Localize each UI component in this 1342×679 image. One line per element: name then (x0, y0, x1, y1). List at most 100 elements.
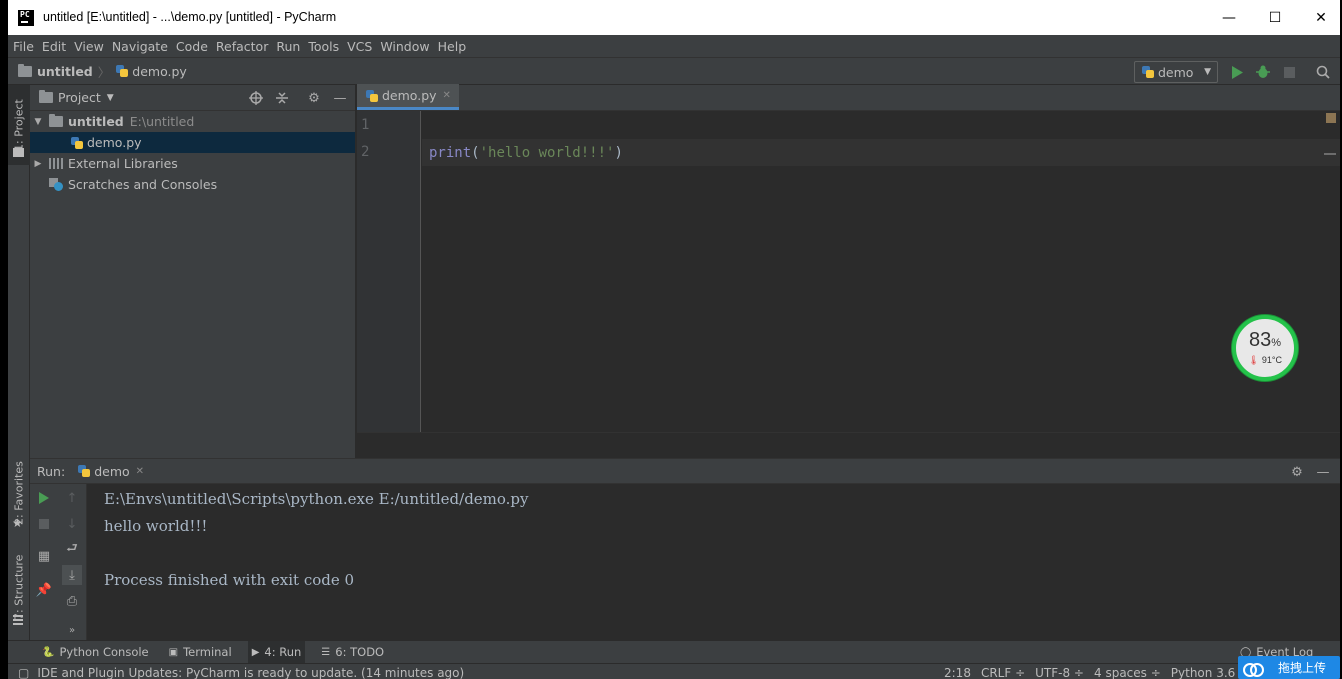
tree-root-path: E:\untitled (129, 114, 195, 129)
run-button[interactable] (1228, 63, 1246, 81)
python-console-icon: 🐍 (42, 646, 55, 658)
tab-todo[interactable]: ☰ 6: TODO (317, 641, 388, 664)
run-configuration-select[interactable]: demo ▼ (1134, 61, 1218, 83)
project-panel-title[interactable]: Project (58, 90, 101, 105)
tree-item-demo-py[interactable]: demo.py (30, 132, 355, 153)
more-actions-button[interactable]: » (62, 620, 82, 640)
stop-run-button[interactable] (34, 514, 54, 534)
minus-icon: — (1316, 464, 1330, 480)
soft-wrap-button[interactable]: ⮐ (62, 540, 82, 560)
arrow-up-icon: ↑ (66, 490, 78, 506)
file-encoding[interactable]: UTF-8 ÷ (1035, 664, 1084, 679)
console-line: hello world!!! (104, 517, 208, 535)
caret-position[interactable]: 2:18 (944, 664, 971, 679)
inspection-indicator-icon[interactable] (1326, 113, 1336, 123)
scroll-up-button[interactable]: ↑ (62, 488, 82, 508)
expanded-arrow-icon[interactable]: ▼ (33, 117, 43, 127)
error-stripe-mark[interactable] (1324, 153, 1336, 155)
structure-icon (13, 615, 23, 625)
close-run-tab-icon[interactable]: ✕ (136, 466, 144, 477)
cpu-temperature-widget[interactable]: 83% 🌡 91°C (1232, 315, 1298, 381)
menu-navigate[interactable]: Navigate (112, 39, 168, 54)
code-editor: demo.py ✕ 1 2 print('hello world!!!') (357, 84, 1340, 458)
close-window-button[interactable]: ✕ (1298, 0, 1342, 35)
print-button[interactable]: ⎙ (62, 591, 82, 611)
line-number: 1 (361, 117, 370, 133)
library-icon (49, 158, 63, 169)
bottom-tool-tabs: 🐍 Python Console ▣ Terminal ▶ 4: Run ☰ 6… (8, 640, 1340, 664)
editor-tab-demo-py[interactable]: demo.py ✕ (357, 84, 459, 110)
breadcrumb-project[interactable]: untitled (37, 64, 93, 79)
tree-item-project-root[interactable]: ▼ untitled E:\untitled (30, 111, 355, 132)
close-tab-icon[interactable]: ✕ (443, 90, 451, 101)
terminal-icon: ▣ (168, 646, 179, 658)
printer-icon: ⎙ (66, 593, 78, 609)
indent-setting[interactable]: 4 spaces ÷ (1094, 664, 1161, 679)
menu-vcs[interactable]: VCS (347, 39, 372, 54)
debug-button[interactable] (1254, 63, 1272, 81)
line-separator[interactable]: CRLF ÷ (981, 664, 1025, 679)
upload-button-label: 拖拽上传 (1278, 661, 1327, 675)
search-icon (1316, 65, 1330, 79)
navigation-bar: untitled 〉 demo.py demo ▼ (8, 57, 1340, 85)
cpu-usage-value: 83% (1249, 330, 1281, 353)
locate-file-button[interactable] (248, 90, 264, 106)
breadcrumb-file[interactable]: demo.py (132, 64, 187, 79)
line-number: 2 (361, 144, 370, 160)
cloud-upload-icon (1242, 661, 1264, 677)
maximize-button[interactable]: ☐ (1252, 0, 1298, 35)
stop-button[interactable] (1280, 63, 1298, 81)
python-icon (77, 464, 91, 478)
tree-item-scratches[interactable]: Scratches and Consoles (30, 174, 355, 195)
layout-button[interactable]: ▦ (34, 546, 54, 566)
hide-panel-button[interactable]: — (332, 90, 348, 106)
search-everywhere-button[interactable] (1314, 63, 1332, 81)
chevron-down-icon[interactable]: ▼ (107, 93, 114, 103)
run-console-output[interactable]: E:\Envs\untitled\Scripts\python.exe E:/u… (88, 484, 1340, 641)
toggle-tool-windows-icon[interactable]: ▢ (18, 664, 29, 679)
settings-button[interactable]: ⚙ (306, 90, 322, 106)
scroll-down-button[interactable]: ↓ (62, 514, 82, 534)
rerun-button[interactable] (34, 488, 54, 508)
gear-icon: ⚙ (1291, 464, 1303, 480)
editor-tab-label: demo.py (382, 88, 437, 103)
temperature-text: 91°C (1261, 355, 1283, 365)
menu-window[interactable]: Window (380, 39, 429, 54)
collapsed-arrow-icon[interactable]: ▶ (33, 159, 43, 169)
gear-icon: ⚙ (308, 90, 320, 106)
dropdown-arrow-icon: ▼ (1204, 67, 1211, 77)
breadcrumb: untitled 〉 demo.py (18, 62, 187, 81)
scroll-to-end-button[interactable]: ⤓ (62, 565, 82, 585)
menu-help[interactable]: Help (438, 39, 467, 54)
tab-python-console[interactable]: 🐍 Python Console (38, 641, 153, 664)
python-icon (1141, 65, 1155, 79)
code-line-2[interactable]: print('hello world!!!') (422, 139, 1340, 166)
menu-view[interactable]: View (74, 39, 104, 54)
drag-upload-button[interactable]: 拖拽上传 (1238, 656, 1340, 679)
menu-file[interactable]: File (13, 39, 34, 54)
menu-edit[interactable]: Edit (42, 39, 66, 54)
pin-tab-button[interactable]: 📌 (34, 580, 54, 600)
tab-terminal[interactable]: ▣ Terminal (165, 641, 236, 664)
run-tab-demo[interactable]: demo ✕ (77, 464, 144, 479)
minimize-button[interactable]: — (1206, 0, 1252, 35)
menu-tools[interactable]: Tools (308, 39, 339, 54)
tab-run-label: 4: Run (264, 645, 302, 659)
code-line-1[interactable] (422, 112, 1340, 139)
scroll-to-end-icon: ⤓ (69, 567, 75, 583)
menu-run[interactable]: Run (276, 39, 300, 54)
editor-tab-bar: demo.py ✕ (357, 84, 1340, 111)
tab-run[interactable]: ▶ 4: Run (247, 640, 306, 664)
collapse-all-button[interactable] (274, 90, 290, 106)
run-settings-button[interactable]: ⚙ (1289, 464, 1305, 480)
menu-refactor[interactable]: Refactor (216, 39, 268, 54)
tab-python-console-label: Python Console (59, 645, 149, 659)
tree-item-external-libraries[interactable]: ▶ External Libraries (30, 153, 355, 174)
run-tab-label: demo (94, 463, 130, 479)
cpu-usage-percent: 83 (1248, 329, 1272, 351)
console-line: E:\Envs\untitled\Scripts\python.exe E:/u… (104, 490, 529, 508)
editor-bottom-area (357, 432, 1340, 458)
status-message[interactable]: IDE and Plugin Updates: PyCharm is ready… (37, 664, 464, 679)
menu-code[interactable]: Code (176, 39, 208, 54)
hide-run-panel-button[interactable]: — (1315, 464, 1331, 480)
